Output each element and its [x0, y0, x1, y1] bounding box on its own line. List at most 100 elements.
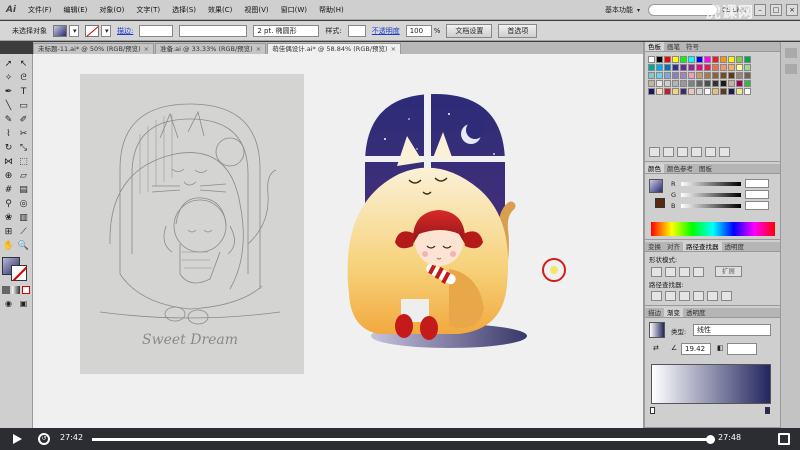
column-graph-tool-icon[interactable]: ▥ — [17, 212, 30, 225]
swatch-library-icon[interactable] — [649, 147, 660, 157]
play-icon[interactable] — [13, 434, 22, 444]
color-swatch[interactable] — [656, 88, 663, 95]
stroke-control[interactable]: ▾ — [85, 24, 111, 37]
fill-stroke-swatches[interactable] — [2, 257, 30, 283]
panel-icon[interactable] — [785, 64, 797, 74]
tab-pathfinder[interactable]: 路径查找器 — [683, 242, 722, 251]
eyedropper-tool-icon[interactable]: ⚲ — [2, 198, 15, 211]
trash-icon[interactable] — [719, 147, 730, 157]
menu-edit[interactable]: 编辑(E) — [58, 0, 94, 20]
color-swatch[interactable] — [656, 80, 663, 87]
pencil-sketch-image[interactable]: Sweet Dream — [80, 74, 304, 374]
color-swatch[interactable] — [672, 72, 679, 79]
color-swatch[interactable] — [664, 80, 671, 87]
progress-knob[interactable] — [705, 435, 715, 444]
draw-mode-icon[interactable]: ◉ — [2, 297, 15, 310]
color-swatch[interactable] — [736, 88, 743, 95]
free-transform-tool-icon[interactable]: ⬚ — [17, 156, 30, 169]
swatch-options-icon[interactable] — [677, 147, 688, 157]
scale-tool-icon[interactable]: ⤡ — [17, 142, 30, 155]
gradient-angle-input[interactable]: 19.42 — [681, 343, 711, 355]
tab-symbols[interactable]: 符号 — [683, 42, 702, 51]
color-swatch[interactable] — [664, 56, 671, 63]
color-swatch[interactable] — [720, 64, 727, 71]
color-swatch[interactable] — [704, 64, 711, 71]
blob-brush-tool-icon[interactable]: ⌇ — [2, 128, 15, 141]
paintbrush-tool-icon[interactable]: ✎ — [2, 114, 15, 127]
tab-brushes[interactable]: 画笔 — [664, 42, 683, 51]
outline-icon[interactable] — [707, 291, 718, 301]
color-swatch[interactable] — [688, 64, 695, 71]
new-color-group-icon[interactable] — [691, 147, 702, 157]
unite-icon[interactable] — [651, 266, 662, 277]
color-swatch[interactable] — [648, 80, 655, 87]
direct-selection-tool-icon[interactable]: ↖ — [17, 58, 30, 71]
fill-control[interactable]: ▾ — [53, 24, 79, 37]
green-slider-row[interactable]: G — [645, 189, 769, 200]
blue-value-input[interactable] — [745, 201, 769, 210]
color-swatch[interactable] — [712, 56, 719, 63]
color-swatch[interactable] — [680, 80, 687, 87]
stroke-swatch[interactable] — [11, 265, 27, 281]
lasso-tool-icon[interactable]: ᘓ — [17, 72, 30, 85]
gradient-stop-end[interactable] — [765, 407, 770, 414]
color-swatch[interactable] — [728, 88, 735, 95]
color-swatch[interactable] — [664, 88, 671, 95]
doc-settings-button[interactable]: 文档设置 — [446, 23, 493, 38]
doc-tab-1[interactable]: 未标题-11.ai* @ 50% (RGB/预览) × — [33, 43, 155, 54]
color-swatch[interactable] — [688, 72, 695, 79]
color-swatch[interactable] — [704, 80, 711, 87]
color-swatch[interactable] — [672, 64, 679, 71]
color-swatch[interactable] — [680, 56, 687, 63]
color-swatch[interactable] — [704, 88, 711, 95]
color-swatch[interactable] — [720, 56, 727, 63]
color-swatch[interactable] — [680, 64, 687, 71]
green-slider[interactable] — [681, 192, 741, 197]
swatch-kind-icon[interactable] — [663, 147, 674, 157]
panel-icon[interactable] — [785, 48, 797, 58]
close-icon[interactable]: × — [256, 45, 261, 53]
color-swatch[interactable] — [728, 80, 735, 87]
gradient-mode-icon[interactable] — [12, 286, 20, 294]
close-button[interactable]: × — [786, 4, 798, 16]
mesh-tool-icon[interactable]: # — [2, 184, 15, 197]
blue-slider-row[interactable]: B — [645, 200, 769, 211]
menu-select[interactable]: 选择(S) — [166, 0, 202, 20]
symbol-sprayer-tool-icon[interactable]: ❀ — [2, 212, 15, 225]
color-swatch[interactable] — [736, 80, 743, 87]
new-swatch-icon[interactable] — [705, 147, 716, 157]
minus-back-icon[interactable] — [721, 291, 732, 301]
color-swatch[interactable] — [672, 56, 679, 63]
color-swatch[interactable] — [664, 72, 671, 79]
gradient-preview[interactable] — [649, 322, 665, 338]
color-swatch[interactable] — [704, 56, 711, 63]
menu-effect[interactable]: 效果(C) — [202, 0, 238, 20]
color-swatch[interactable] — [712, 72, 719, 79]
minus-front-icon[interactable] — [665, 266, 676, 277]
color-swatch[interactable] — [712, 88, 719, 95]
maximize-button[interactable]: □ — [770, 4, 782, 16]
color-swatch[interactable] — [688, 88, 695, 95]
doc-tab-3[interactable]: 萌佳偶设计.ai* @ 58.84% (RGB/预览) × — [267, 43, 402, 54]
tab-transparency-2[interactable]: 透明度 — [683, 308, 709, 317]
color-swatch[interactable] — [672, 88, 679, 95]
color-swatch[interactable] — [672, 80, 679, 87]
color-swatch[interactable] — [720, 80, 727, 87]
menu-view[interactable]: 视图(V) — [238, 0, 274, 20]
color-swatch[interactable] — [728, 72, 735, 79]
stroke-weight-input[interactable] — [139, 24, 174, 37]
exclude-icon[interactable] — [693, 266, 704, 277]
green-value-input[interactable] — [745, 190, 769, 199]
color-swatch[interactable] — [736, 64, 743, 71]
slice-tool-icon[interactable]: ⟋ — [17, 226, 30, 239]
selection-tool-icon[interactable]: ➚ — [2, 58, 15, 71]
tab-stroke[interactable]: 描边 — [645, 308, 664, 317]
color-swatch[interactable] — [696, 72, 703, 79]
tab-gradient[interactable]: 渐变 — [664, 308, 683, 317]
tab-swatches[interactable]: 色板 — [645, 42, 664, 51]
merge-icon[interactable] — [679, 291, 690, 301]
color-swatch[interactable] — [648, 88, 655, 95]
color-swatch[interactable] — [744, 88, 751, 95]
tab-color-guide[interactable]: 颜色参考 — [664, 164, 696, 173]
rectangle-tool-icon[interactable]: ▭ — [17, 100, 30, 113]
